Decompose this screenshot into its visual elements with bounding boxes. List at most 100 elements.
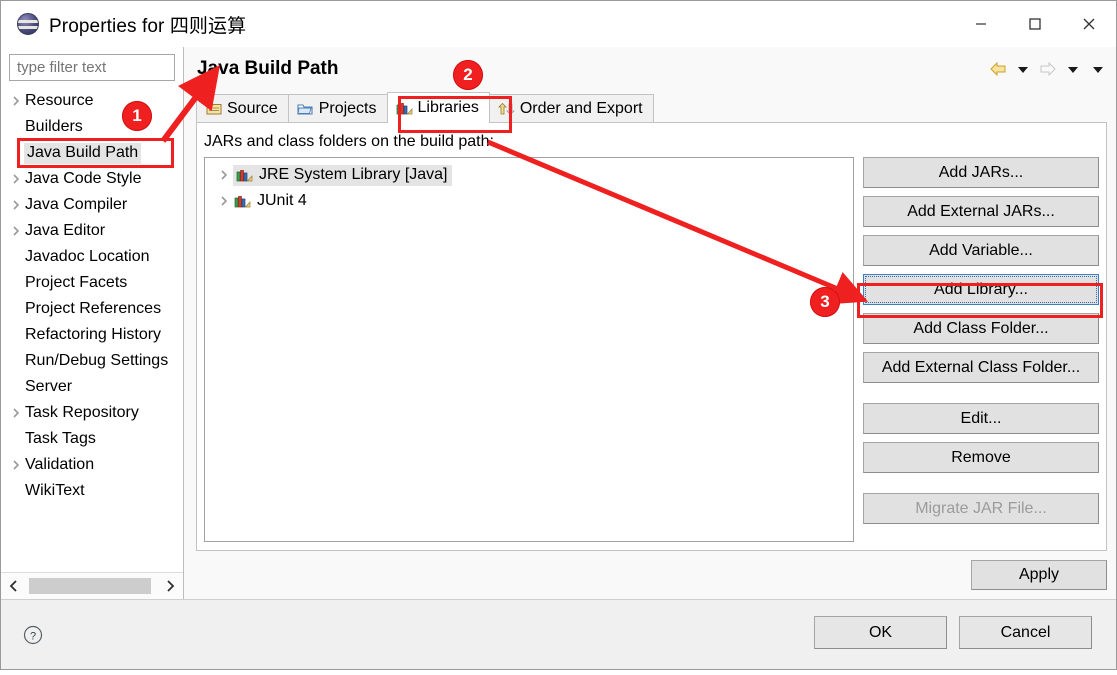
sidebar-item-refactoring-history[interactable]: Refactoring History — [1, 322, 183, 348]
sidebar-item-project-facets[interactable]: Project Facets — [1, 270, 183, 296]
sidebar-item-label: Run/Debug Settings — [25, 352, 169, 369]
tab-label: Projects — [318, 100, 377, 117]
chevron-right-icon[interactable] — [215, 169, 233, 181]
projects-folder-icon — [297, 102, 314, 117]
sidebar-item-label: Validation — [25, 456, 95, 473]
order-export-icon — [497, 102, 515, 117]
window-controls — [954, 1, 1116, 47]
chevron-right-icon[interactable] — [215, 195, 233, 207]
properties-dialog: Properties for 四则运算 type filter text Res… — [0, 0, 1117, 670]
tab-libraries[interactable]: Libraries — [386, 92, 490, 123]
sidebar-item-label: Server — [25, 378, 73, 395]
sidebar-item-label: Refactoring History — [25, 326, 162, 343]
sidebar-item-java-compiler[interactable]: Java Compiler — [1, 192, 183, 218]
sidebar-item-label: Task Tags — [25, 430, 96, 447]
library-item-jre-system-library[interactable]: JRE System Library [Java] — [205, 162, 853, 188]
minimize-icon[interactable] — [954, 1, 1008, 47]
remove-button[interactable]: Remove — [863, 442, 1099, 473]
panel-body: JRE System Library [Java] JUnit 4 Add JA… — [197, 157, 1106, 550]
chevron-left-icon[interactable] — [3, 576, 25, 596]
settings-tree[interactable]: Resource Builders Java Build Path Java C… — [1, 85, 183, 572]
sidebar-item-label: Project Facets — [25, 274, 128, 291]
settings-page: Java Build Path Source Projects Librarie… — [184, 47, 1116, 599]
sidebar-item-validation[interactable]: Validation — [1, 452, 183, 478]
add-library-button[interactable]: Add Library... — [863, 274, 1099, 305]
page-header: Java Build Path — [184, 47, 1116, 91]
panel-caption: JARs and class folders on the build path… — [204, 133, 494, 150]
back-arrow-icon[interactable] — [988, 59, 1008, 79]
eclipse-sphere-icon — [17, 13, 39, 35]
tab-source[interactable]: Source — [196, 94, 289, 123]
tab-bar: Source Projects Libraries Order and Expo… — [184, 91, 1116, 123]
tab-projects[interactable]: Projects — [287, 94, 388, 123]
scrollbar-track[interactable] — [25, 578, 159, 594]
chevron-right-icon — [7, 407, 25, 419]
ok-button[interactable]: OK — [814, 616, 947, 649]
forward-arrow-icon — [1038, 59, 1058, 79]
add-jars-button[interactable]: Add JARs... — [863, 157, 1099, 188]
scrollbar-thumb[interactable] — [29, 578, 151, 594]
chevron-right-icon — [7, 199, 25, 211]
chevron-right-icon — [7, 225, 25, 237]
library-item-junit-4[interactable]: JUnit 4 — [205, 188, 853, 214]
sidebar-item-javadoc-location[interactable]: Javadoc Location — [1, 244, 183, 270]
chevron-down-icon[interactable] — [1063, 59, 1083, 79]
sidebar-item-project-references[interactable]: Project References — [1, 296, 183, 322]
sidebar-item-task-tags[interactable]: Task Tags — [1, 426, 183, 452]
library-item-label: JUnit 4 — [257, 192, 307, 209]
sidebar-item-resource[interactable]: Resource — [1, 88, 183, 114]
sidebar-item-java-build-path[interactable]: Java Build Path — [1, 140, 183, 166]
dialog-footer: ? OK Cancel — [1, 599, 1116, 669]
sidebar-item-label: Resource — [25, 92, 94, 109]
chevron-right-icon — [7, 459, 25, 471]
libraries-button-column: Add JARs... Add External JARs... Add Var… — [863, 157, 1099, 542]
source-package-icon — [205, 102, 222, 117]
add-external-class-folder-button[interactable]: Add External Class Folder... — [863, 352, 1099, 383]
window-title: Properties for 四则运算 — [49, 15, 247, 37]
page-nav-toolbar — [988, 47, 1108, 91]
library-books-icon — [235, 167, 253, 182]
sidebar-item-label: Project References — [25, 300, 162, 317]
title-bar: Properties for 四则运算 — [1, 1, 1116, 47]
sidebar-item-task-repository[interactable]: Task Repository — [1, 400, 183, 426]
sidebar-item-builders[interactable]: Builders — [1, 114, 183, 140]
apply-row: Apply — [184, 551, 1116, 599]
footer-buttons: OK Cancel — [814, 616, 1092, 649]
page-title: Java Build Path — [197, 58, 339, 79]
sidebar-item-label: Task Repository — [25, 404, 139, 421]
tab-order-and-export[interactable]: Order and Export — [488, 94, 654, 123]
sidebar-item-label: WikiText — [25, 482, 85, 499]
sidebar-item-server[interactable]: Server — [1, 374, 183, 400]
tab-label: Source — [227, 100, 278, 117]
help-question-icon[interactable]: ? — [21, 623, 45, 647]
sidebar-item-run-debug-settings[interactable]: Run/Debug Settings — [1, 348, 183, 374]
chevron-down-icon[interactable] — [1013, 59, 1033, 79]
chevron-right-icon — [7, 95, 25, 107]
library-item-label: JRE System Library [Java] — [259, 165, 448, 183]
sidebar-item-java-editor[interactable]: Java Editor — [1, 218, 183, 244]
tab-label: Order and Export — [519, 100, 643, 117]
chevron-down-icon[interactable] — [1088, 59, 1108, 79]
sidebar-item-label: Java Build Path — [24, 142, 142, 164]
sidebar-item-label: Java Compiler — [25, 196, 128, 213]
add-class-folder-button[interactable]: Add Class Folder... — [863, 313, 1099, 344]
edit-button[interactable]: Edit... — [863, 403, 1099, 434]
sidebar-horizontal-scrollbar[interactable] — [1, 572, 183, 599]
sidebar-item-wikitext[interactable]: WikiText — [1, 478, 183, 504]
apply-button[interactable]: Apply — [971, 560, 1107, 590]
sidebar-item-label: Builders — [25, 118, 83, 135]
libraries-tab-panel: JARs and class folders on the build path… — [196, 122, 1107, 551]
library-books-icon — [233, 194, 251, 209]
chevron-right-icon[interactable] — [159, 576, 181, 596]
filter-box[interactable] — [9, 54, 175, 81]
sidebar-item-java-code-style[interactable]: Java Code Style — [1, 166, 183, 192]
migrate-jar-file-button: Migrate JAR File... — [863, 493, 1099, 524]
add-variable-button[interactable]: Add Variable... — [863, 235, 1099, 266]
add-external-jars-button[interactable]: Add External JARs... — [863, 196, 1099, 227]
cancel-button[interactable]: Cancel — [959, 616, 1092, 649]
tab-label: Libraries — [417, 99, 479, 116]
maximize-icon[interactable] — [1008, 1, 1062, 47]
search-input[interactable] — [15, 58, 174, 77]
close-icon[interactable] — [1062, 1, 1116, 47]
libraries-tree[interactable]: JRE System Library [Java] JUnit 4 — [204, 157, 854, 542]
